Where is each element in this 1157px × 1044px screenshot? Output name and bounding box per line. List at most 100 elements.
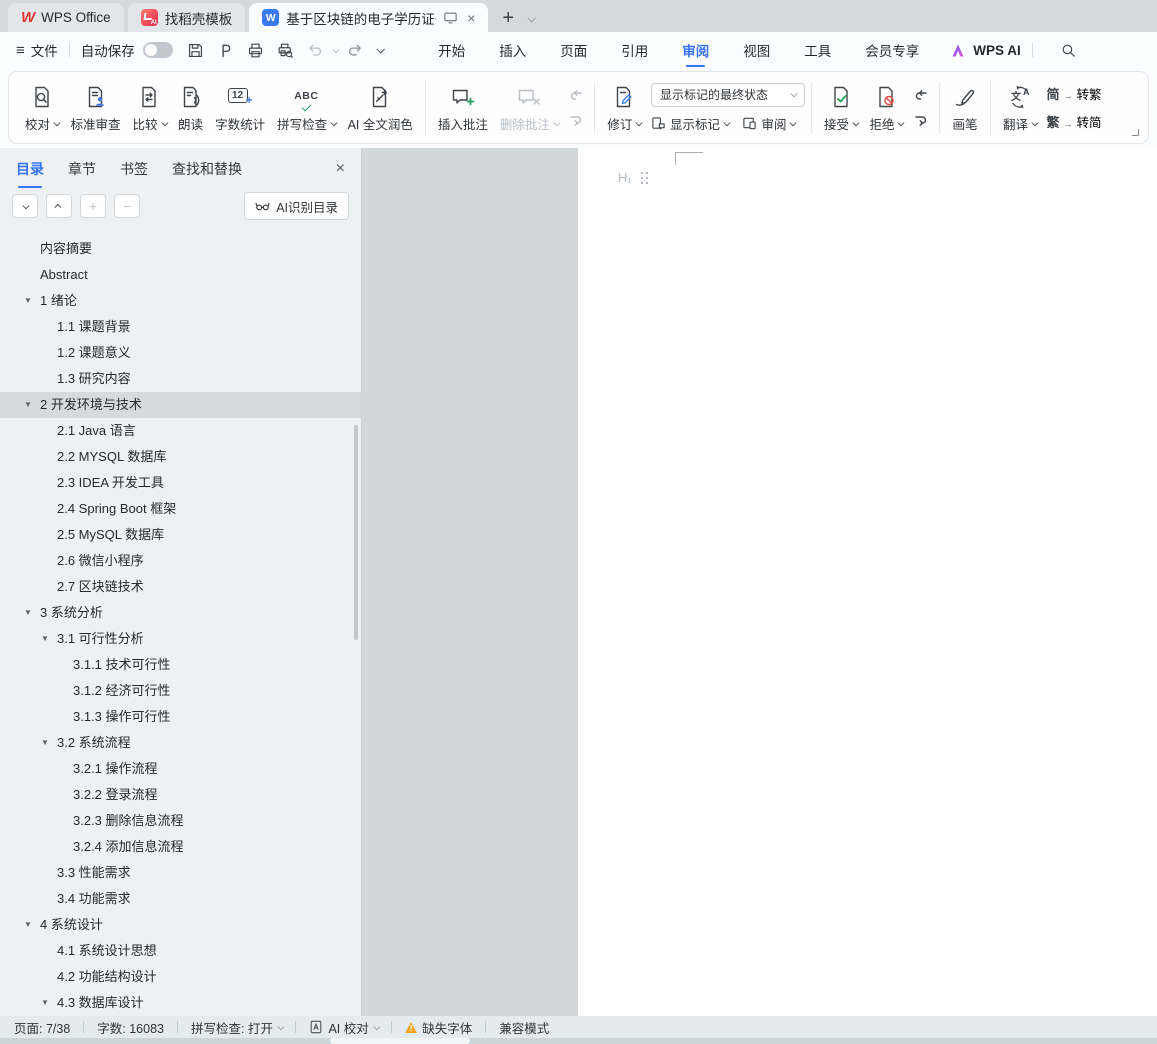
toc-item[interactable]: ▼ 3.2.2 登录流程 [0,782,361,808]
toc-item[interactable]: ▼ 内容摘要 [0,236,361,262]
toc-item[interactable]: ▼ 3.1.3 操作可行性 [0,704,361,730]
save-button[interactable] [183,37,209,63]
undo-options-chevron-icon[interactable] [333,46,339,52]
next-comment-button[interactable] [568,112,584,128]
accept-revision-button[interactable]: 接受 [818,83,864,133]
toc-item[interactable]: ▼ 1.2 课题意义 [0,340,361,366]
doc-line[interactable] [583,741,1157,769]
toc-item[interactable]: ▼ 2.6 微信小程序 [0,548,361,574]
monitor-icon[interactable] [443,10,458,25]
doc-line[interactable] [583,824,1157,852]
toc-item[interactable]: ▼ 4.3 数据库设计 [0,990,361,1016]
toc-item[interactable]: ▼ 3.1.2 经济可行性 [0,678,361,704]
insert-comment-button[interactable]: 插入批注 [432,83,494,133]
new-tab-button[interactable]: + [502,8,514,28]
doc-line[interactable] [583,189,1157,217]
proofread-button[interactable]: 校对 [19,83,65,133]
ribbon-expand-icon[interactable] [1132,129,1139,136]
doc-line[interactable] [583,548,1157,576]
tab-docer-templates[interactable]: AI 找稻壳模板 [128,3,246,32]
autosave-toggle[interactable] [143,42,173,58]
print-button[interactable] [243,37,269,63]
pane-tab-contents[interactable]: 目录 [16,159,44,179]
to-traditional-button[interactable]: 简→ 转繁 [1046,84,1101,103]
file-menu[interactable]: ≡ 文件 [16,40,58,60]
menu-page[interactable]: 页面 [560,30,587,70]
collapse-up-button[interactable] [46,194,72,218]
doc-line[interactable] [583,631,1157,659]
toc-item[interactable]: ▼ 1.3 研究内容 [0,366,361,392]
tab-wps-office[interactable]: W WPS Office [8,3,124,32]
toc-item[interactable]: ▼ 3.2.3 删除信息流程 [0,808,361,834]
toc-item[interactable]: ▼ 2.1 Java 语言 [0,418,361,444]
menu-view[interactable]: 视图 [743,30,770,70]
read-aloud-button[interactable]: 朗读 [172,83,209,133]
toc-item[interactable]: ▼ 2.4 Spring Boot 框架 [0,496,361,522]
toc-item[interactable]: ▼ 3 系统分析 [0,600,361,626]
ink-brush-button[interactable]: 画笔 [946,83,984,133]
redo-button[interactable] [341,37,367,63]
doc-line[interactable] [583,852,1157,880]
toc-item[interactable]: ▼ 1.1 课题背景 [0,314,361,340]
toc-item[interactable]: ▼ 4.2 功能结构设计 [0,964,361,990]
doc-line[interactable] [583,576,1157,604]
doc-line[interactable] [583,437,1157,465]
page-indicator[interactable]: 页面: 7/38 [14,1018,70,1037]
track-changes-button[interactable]: 修订 [601,83,647,133]
expand-all-button[interactable]: + [80,194,106,218]
doc-line[interactable] [583,327,1157,355]
document-page[interactable]: H₁ [578,148,1157,1016]
to-simplified-button[interactable]: 繁→ 转简 [1046,112,1101,131]
tab-document[interactable]: W 基于区块链的电子学历证书存 × [249,3,488,32]
search-button[interactable] [1060,42,1077,59]
spell-check-button[interactable]: ABC 拼写检查 [271,83,342,133]
horizontal-scrollbar-thumb[interactable] [330,1038,470,1044]
compare-button[interactable]: 比较 [127,83,173,133]
compatibility-mode-badge[interactable]: 兼容模式 [499,1018,549,1037]
toc-scrollbar[interactable] [354,425,358,640]
menu-review[interactable]: 审阅 [682,30,709,70]
pane-tab-find-replace[interactable]: 查找和替换 [172,159,242,179]
doc-line[interactable] [583,907,1157,935]
expand-arrow-icon[interactable]: ▼ [24,392,32,418]
toc-item[interactable]: ▼ 2.2 MYSQL 数据库 [0,444,361,470]
expand-arrow-icon[interactable]: ▼ [24,600,32,626]
standard-review-button[interactable]: 标准审查 [65,83,127,133]
word-count-button[interactable]: 12+ 字数统计 [209,83,271,133]
toc-item[interactable]: ▼ 3.1 可行性分析 [0,626,361,652]
doc-line[interactable] [583,410,1157,438]
quick-toolbar-chevron-icon[interactable] [377,45,385,53]
expand-down-button[interactable] [12,194,38,218]
ai-recognize-toc-button[interactable]: AI识别目录 [244,192,349,220]
menu-tools[interactable]: 工具 [804,30,831,70]
toc-item[interactable]: ▼ 2.3 IDEA 开发工具 [0,470,361,496]
menu-member[interactable]: 会员专享 [865,30,919,70]
word-count-indicator[interactable]: 字数: 16083 [97,1018,164,1037]
markup-state-select[interactable]: 显示标记的最终状态 [651,83,805,107]
tab-list-chevron-icon[interactable] [528,14,536,22]
toc-item[interactable]: ▼ Abstract [0,262,361,288]
previous-revision-button[interactable] [913,88,929,104]
toc-item[interactable]: ▼ 3.3 性能需求 [0,860,361,886]
toc-item[interactable]: ▼ 2.5 MySQL 数据库 [0,522,361,548]
doc-line[interactable] [583,465,1157,493]
doc-line[interactable] [583,769,1157,797]
doc-line[interactable] [583,493,1157,521]
menu-insert[interactable]: 插入 [499,30,526,70]
previous-comment-button[interactable] [568,88,584,104]
toc-item[interactable]: ▼ 3.2.1 操作流程 [0,756,361,782]
doc-line[interactable] [583,659,1157,687]
collapse-all-button[interactable]: − [114,194,140,218]
missing-font-warning[interactable]: ! 缺失字体 [405,1018,472,1037]
wps-ai-button[interactable]: WPS AI [950,42,1021,59]
review-pane-button[interactable]: 审阅 [742,114,795,133]
doc-line[interactable] [583,880,1157,908]
doc-line[interactable] [583,354,1157,382]
toc-item[interactable]: ▼ 2 开发环境与技术 [0,392,361,418]
show-markup-button[interactable]: 显示标记 [651,114,729,133]
expand-arrow-icon[interactable]: ▼ [24,912,32,938]
expand-arrow-icon[interactable]: ▼ [41,626,49,652]
menu-reference[interactable]: 引用 [621,30,648,70]
menu-home[interactable]: 开始 [438,30,465,70]
doc-line[interactable] [583,714,1157,742]
